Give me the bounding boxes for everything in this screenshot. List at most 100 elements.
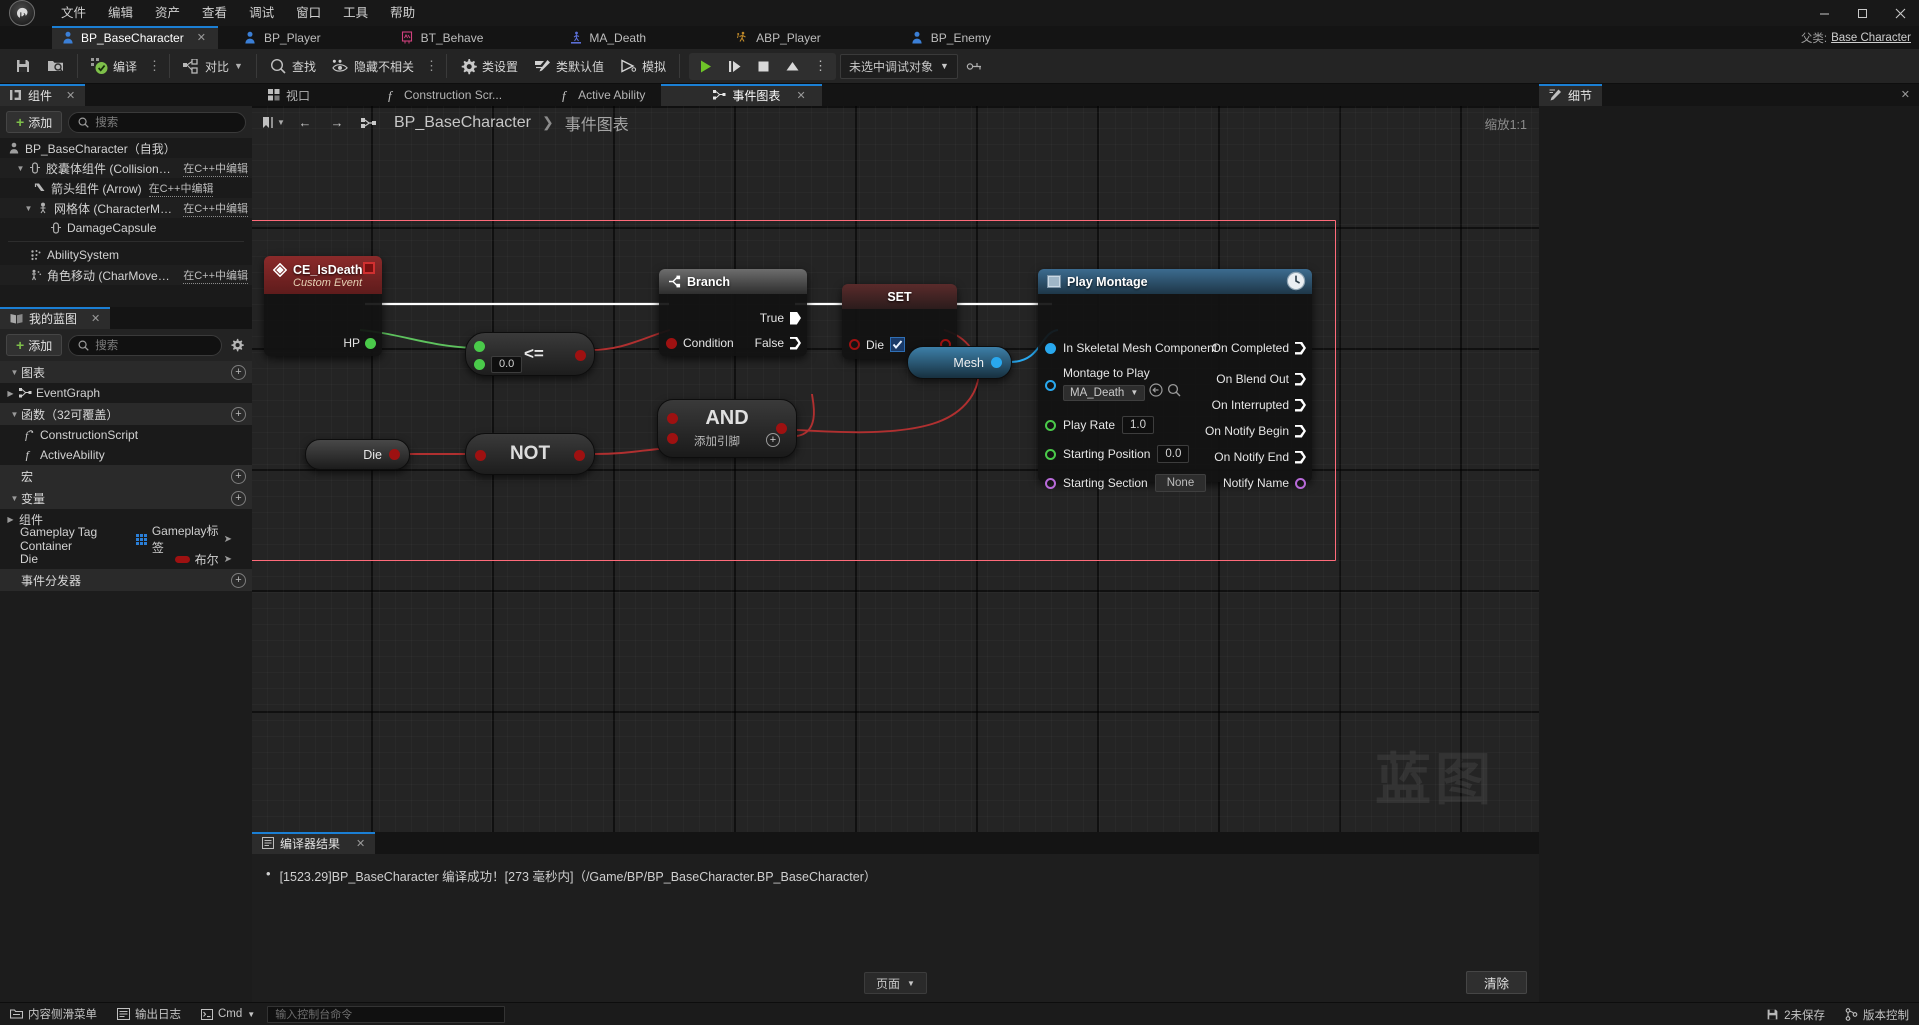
tab-components[interactable]: 组件 ✕ xyxy=(0,84,86,106)
asset-tab-bp-basecharacter[interactable]: BP_BaseCharacter ✕ xyxy=(52,26,218,49)
pin-on-interrupted[interactable]: On Interrupted xyxy=(1212,398,1306,412)
browse-asset-icon[interactable] xyxy=(1167,383,1181,402)
close-icon[interactable]: ✕ xyxy=(356,837,365,850)
list-item-activeability[interactable]: f ActiveAbility xyxy=(0,445,252,465)
pin-mesh-out[interactable] xyxy=(991,357,1002,368)
graph-node-branch[interactable]: Branch True Condition False xyxy=(659,269,807,356)
graph-back-button[interactable]: ← xyxy=(292,111,318,135)
use-selected-asset-icon[interactable] xyxy=(1149,383,1163,402)
hide-unrelated-button[interactable]: 隐藏不相关 xyxy=(324,52,422,81)
tree-row-arrow[interactable]: 箭头组件 (Arrow) 在C++中编辑 xyxy=(0,178,252,198)
chevron-right-icon[interactable]: ▶ xyxy=(4,389,17,398)
console-command-input[interactable]: 输入控制台命令 xyxy=(267,1005,506,1023)
pin-on-notify-begin[interactable]: On Notify Begin xyxy=(1205,424,1306,438)
add-pin-icon[interactable]: + xyxy=(766,433,780,447)
chevron-down-icon[interactable]: ▼ xyxy=(14,164,27,173)
graph-node-not[interactable]: NOT xyxy=(465,433,595,475)
pin-a-in[interactable] xyxy=(474,341,485,352)
menu-help[interactable]: 帮助 xyxy=(379,1,426,26)
graph-home-icon[interactable] xyxy=(356,111,382,135)
revision-control-button[interactable]: 版本控制 xyxy=(1835,1003,1919,1025)
section-functions[interactable]: ▼ 函数（32可覆盖） + xyxy=(0,403,252,425)
pin-out[interactable] xyxy=(776,423,787,434)
pin-in-skeletal-mesh-component[interactable]: In Skeletal Mesh Component xyxy=(1045,341,1217,355)
maximize-button[interactable] xyxy=(1843,0,1881,26)
tree-row-abilitysystem[interactable]: AbilitySystem xyxy=(0,245,252,265)
menu-debug[interactable]: 调试 xyxy=(238,1,285,26)
pin-b-in[interactable] xyxy=(474,359,485,370)
pin-montage-to-play[interactable]: Montage to Play MA_Death ▼ xyxy=(1045,366,1181,402)
class-settings-button[interactable]: 类设置 xyxy=(452,52,526,81)
chevron-down-icon[interactable]: ▼ xyxy=(8,410,21,419)
play-rate-input[interactable]: 1.0 xyxy=(1122,416,1155,434)
content-drawer-button[interactable]: 内容侧滑菜单 xyxy=(0,1003,107,1025)
compile-options-icon[interactable]: ⋮ xyxy=(145,58,164,74)
graph-node-ce-isdeath[interactable]: CE_IsDeath Custom Event HP xyxy=(264,256,382,356)
starting-position-input[interactable]: 0.0 xyxy=(1157,445,1190,463)
menu-tools[interactable]: 工具 xyxy=(332,1,379,26)
graph-bookmark-icon[interactable]: ▼ xyxy=(260,111,286,135)
tab-compiler-results[interactable]: 编译器结果 ✕ xyxy=(252,832,376,854)
pin-play-rate[interactable]: Play Rate 1.0 xyxy=(1045,416,1155,434)
menu-file[interactable]: 文件 xyxy=(50,1,97,26)
graph-node-play-montage[interactable]: Play Montage In Skeletal Mesh Component xyxy=(1038,269,1312,492)
stop-button[interactable] xyxy=(749,54,778,79)
pin-on-blend-out[interactable]: On Blend Out xyxy=(1216,372,1306,386)
graph-node-and[interactable]: AND 添加引脚 + xyxy=(657,399,797,458)
class-defaults-button[interactable]: 类默认值 xyxy=(526,52,612,81)
parent-class-link[interactable]: Base Character xyxy=(1831,32,1911,44)
unreal-engine-logo-icon[interactable] xyxy=(0,0,44,26)
pin-on-completed[interactable]: On Completed xyxy=(1212,341,1306,355)
list-item-constructionscript[interactable]: f ConstructionScript xyxy=(0,425,252,445)
close-icon[interactable]: ✕ xyxy=(796,89,805,102)
chevron-right-icon[interactable]: ➤ xyxy=(224,534,232,545)
montage-asset-select[interactable]: MA_Death ▼ xyxy=(1063,384,1146,401)
graph-node-mesh-variable[interactable]: Mesh xyxy=(907,346,1012,379)
asset-tab-abp-player[interactable]: ABP_Player xyxy=(658,26,833,49)
clear-results-button[interactable]: 清除 xyxy=(1465,971,1527,994)
pin-starting-position[interactable]: Starting Position 0.0 xyxy=(1045,445,1190,463)
menu-assets[interactable]: 资产 xyxy=(144,1,191,26)
my-blueprint-search-input[interactable]: 搜索 xyxy=(68,334,222,356)
debug-object-select[interactable]: 未选中调试对象 ▼ xyxy=(840,53,958,79)
pin-condition-in[interactable]: Condition xyxy=(666,336,734,350)
close-icon[interactable]: ✕ xyxy=(1901,88,1910,101)
pin-die-out[interactable] xyxy=(389,449,400,460)
asset-tab-bp-player[interactable]: BP_Player xyxy=(218,26,333,49)
add-event-dispatcher-icon[interactable]: + xyxy=(231,572,246,588)
edit-in-cpp-link[interactable]: 在C++中编辑 xyxy=(183,160,248,177)
unsaved-changes-button[interactable]: 2未保存 xyxy=(1756,1003,1835,1025)
pin-notify-name[interactable]: Notify Name xyxy=(1223,476,1306,490)
close-button[interactable] xyxy=(1881,0,1919,26)
tree-row-character-mesh[interactable]: ▼ 网格体 (CharacterMesh0) 在C++中编辑 xyxy=(0,198,252,218)
hide-unrelated-options-icon[interactable]: ⋮ xyxy=(422,58,441,74)
tree-row-damage-capsule[interactable]: DamageCapsule xyxy=(0,218,252,238)
menu-view[interactable]: 查看 xyxy=(191,1,238,26)
starting-section-input[interactable]: None xyxy=(1154,474,1207,492)
section-graphs[interactable]: ▼ 图表 + xyxy=(0,361,252,383)
close-icon[interactable]: ✕ xyxy=(66,89,75,102)
pin-true-out[interactable]: True xyxy=(760,311,801,325)
edit-in-cpp-link[interactable]: 在C++中编辑 xyxy=(183,267,248,284)
chevron-down-icon[interactable]: ▼ xyxy=(8,494,21,503)
tab-construction-script[interactable]: f Construction Scr... xyxy=(326,84,518,106)
pin-starting-section[interactable]: Starting Section None xyxy=(1045,474,1207,492)
add-graph-icon[interactable]: + xyxy=(231,364,246,380)
add-function-icon[interactable]: + xyxy=(231,406,246,422)
section-event-dispatchers[interactable]: 事件分发器 + xyxy=(0,569,252,591)
tab-my-blueprint[interactable]: 我的蓝图 ✕ xyxy=(0,307,111,329)
menu-window[interactable]: 窗口 xyxy=(285,1,332,26)
tab-event-graph[interactable]: 事件图表 ✕ xyxy=(661,84,822,106)
add-macro-icon[interactable]: + xyxy=(231,468,246,484)
pin-on-notify-end[interactable]: On Notify End xyxy=(1214,450,1306,464)
play-button[interactable] xyxy=(691,54,720,79)
add-pin-label[interactable]: 添加引脚 xyxy=(658,433,776,449)
tab-active-ability[interactable]: f Active Ability xyxy=(518,84,661,106)
pin-out[interactable] xyxy=(574,450,585,461)
tree-row-collision-cylinder[interactable]: ▼ 胶囊体组件 (CollisionCylinder) 在C++中编辑 xyxy=(0,158,252,178)
tab-details[interactable]: 细节 xyxy=(1539,84,1603,106)
cmd-selector[interactable]: Cmd ▼ xyxy=(191,1003,265,1025)
pin-result-out[interactable] xyxy=(575,350,586,361)
breadcrumb-root[interactable]: BP_BaseCharacter xyxy=(394,114,531,132)
asset-tab-bt-behave[interactable]: BT_Behave xyxy=(333,26,496,49)
